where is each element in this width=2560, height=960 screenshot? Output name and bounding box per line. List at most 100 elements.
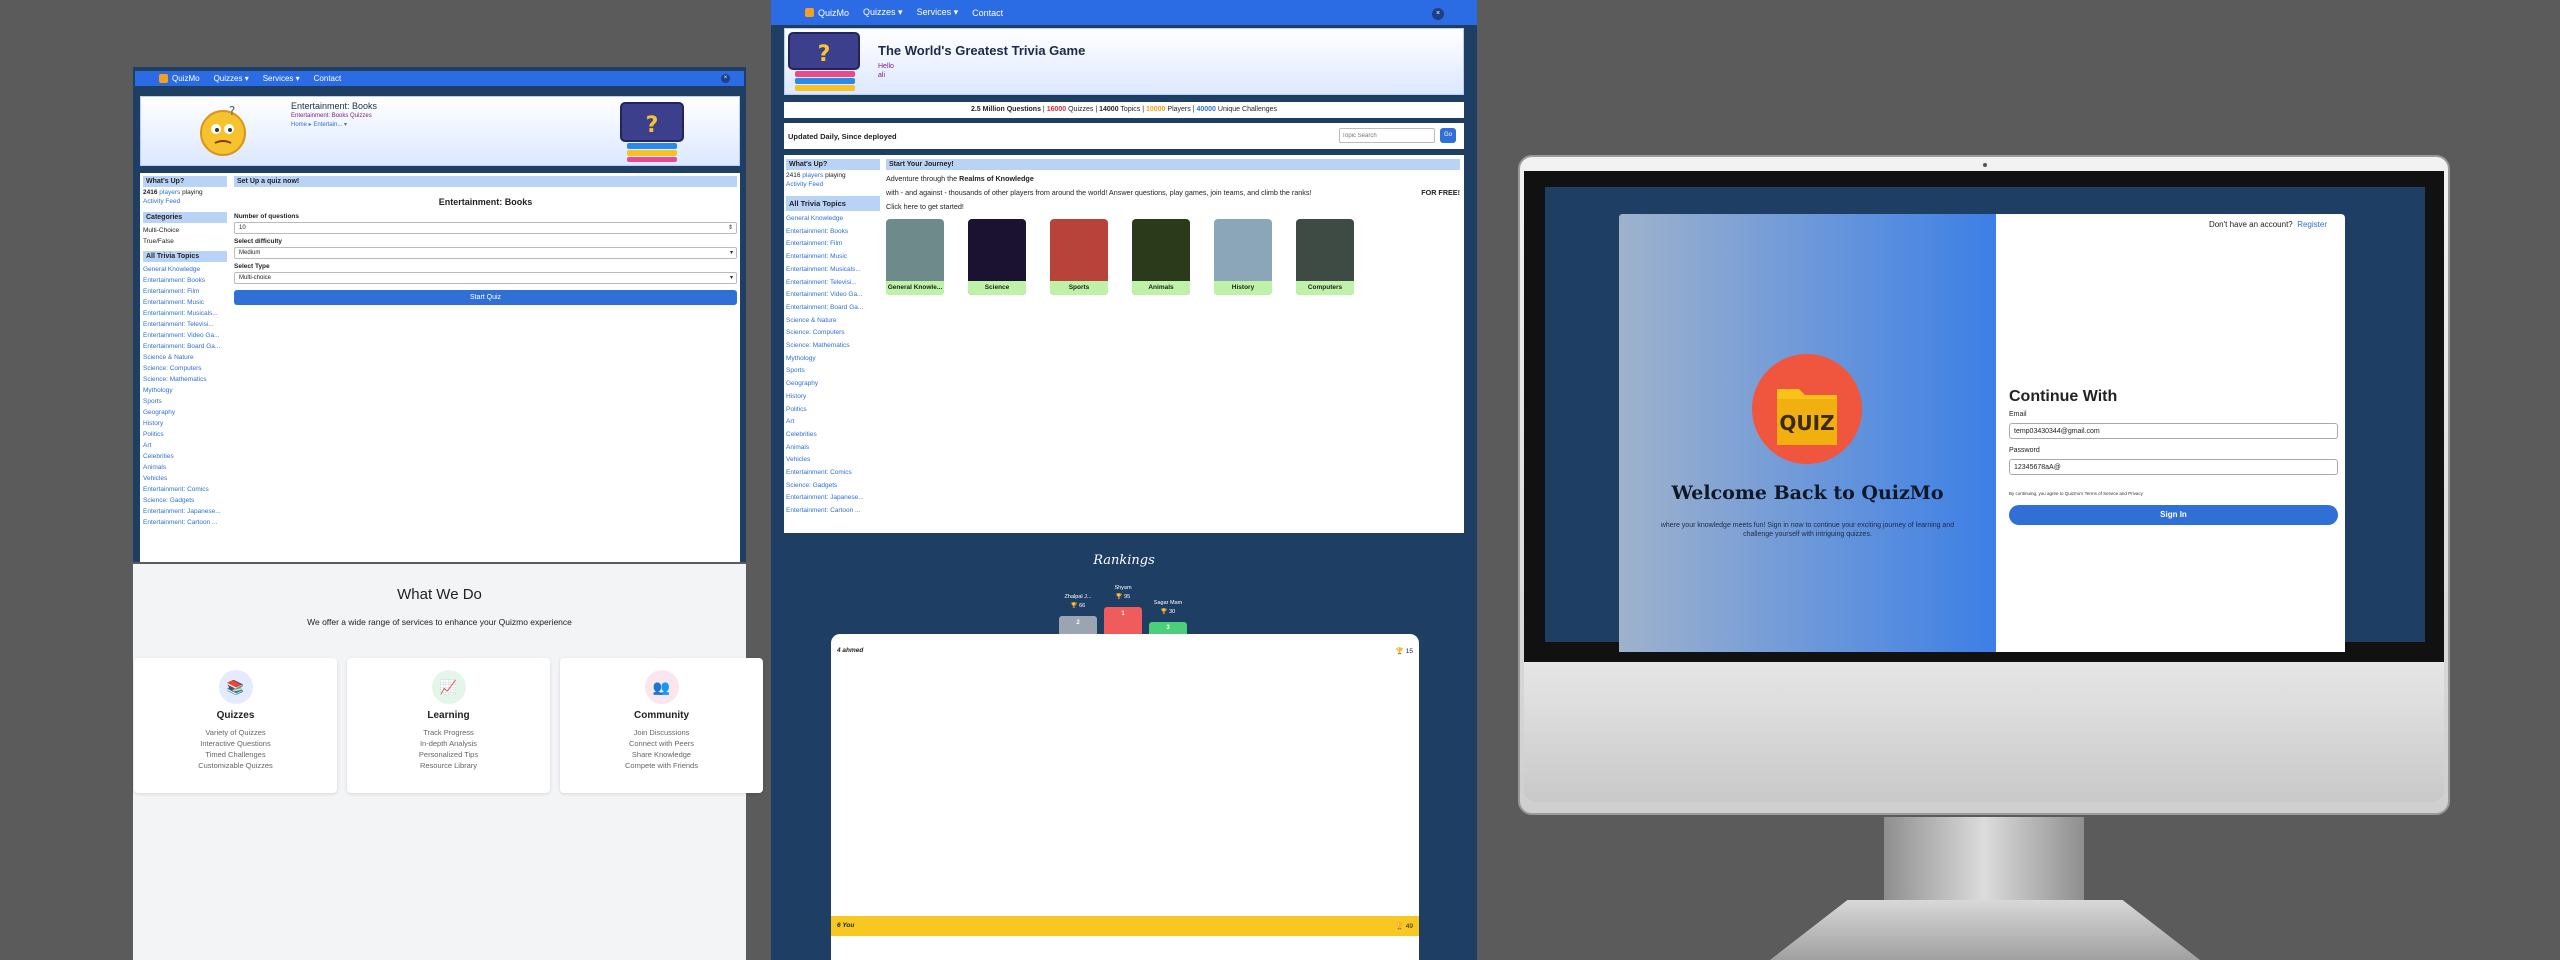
- email-input[interactable]: temp03430344@gmail.com: [2009, 423, 2338, 439]
- category-tile[interactable]: Sports: [1050, 219, 1108, 295]
- topic-link[interactable]: Entertainment: Video Ga...: [143, 330, 227, 341]
- num-questions-input[interactable]: 10 ⇕: [234, 222, 737, 234]
- search-go-button[interactable]: Go: [1440, 128, 1456, 143]
- activity-feed-link[interactable]: Activity Feed: [786, 179, 880, 190]
- nav-quizzes[interactable]: Quizzes ▾: [214, 74, 249, 83]
- topic-link[interactable]: Entertainment: Televisi...: [786, 277, 880, 290]
- brand-link[interactable]: QuizMo: [805, 8, 849, 18]
- navbar: QuizMo Quizzes ▾ Services ▾ Contact ×: [771, 0, 1477, 25]
- hello-text: Hello: [878, 63, 894, 70]
- close-icon[interactable]: ×: [721, 74, 730, 83]
- topic-link[interactable]: Politics: [143, 429, 227, 440]
- nav-services-label: Services: [262, 74, 294, 83]
- topic-link[interactable]: Animals: [786, 442, 880, 455]
- topic-link[interactable]: Sports: [786, 365, 880, 378]
- topic-link[interactable]: Entertainment: Comics: [786, 467, 880, 480]
- topic-link[interactable]: Entertainment: Film: [786, 238, 880, 251]
- topic-link[interactable]: Geography: [786, 378, 880, 391]
- service-item: Timed Challenges: [205, 750, 266, 759]
- category-page-panel: QuizMo Quizzes ▾ Services ▾ Contact × ? …: [133, 67, 746, 562]
- category-tile[interactable]: Computers: [1296, 219, 1354, 295]
- topic-link[interactable]: Science: Computers: [143, 363, 227, 374]
- podium-score-value: 66: [1079, 603, 1086, 609]
- players-link[interactable]: players: [159, 189, 180, 196]
- topic-link[interactable]: Science: Mathematics: [786, 340, 880, 353]
- topic-link[interactable]: Entertainment: Japanese...: [143, 506, 227, 517]
- topic-link[interactable]: Geography: [143, 407, 227, 418]
- activity-feed-link[interactable]: Activity Feed: [143, 196, 227, 207]
- close-icon[interactable]: ×: [1432, 8, 1444, 20]
- topic-link[interactable]: Vehicles: [143, 473, 227, 484]
- topic-link[interactable]: Entertainment: Cartoon ...: [786, 505, 880, 518]
- password-input[interactable]: 12345678aA@: [2009, 459, 2338, 475]
- topic-link[interactable]: History: [786, 391, 880, 404]
- topic-link[interactable]: Science: Computers: [786, 327, 880, 340]
- topic-link[interactable]: Celebrities: [786, 429, 880, 442]
- start-quiz-button[interactable]: Start Quiz: [234, 290, 737, 305]
- service-icon: 📈: [431, 670, 466, 704]
- nav-contact[interactable]: Contact: [314, 74, 342, 83]
- topic-link[interactable]: Science & Nature: [786, 315, 880, 328]
- brand-link[interactable]: QuizMo: [159, 74, 200, 83]
- topic-link[interactable]: Entertainment: Music: [143, 297, 227, 308]
- topic-link[interactable]: General Knowledge: [786, 213, 880, 226]
- topic-link[interactable]: General Knowledge: [143, 264, 227, 275]
- topic-link[interactable]: Entertainment: Books: [786, 226, 880, 239]
- nav-contact[interactable]: Contact: [972, 8, 1003, 18]
- topic-search-input[interactable]: [1339, 128, 1435, 143]
- topic-link[interactable]: Science: Gadgets: [143, 495, 227, 506]
- topic-link[interactable]: Entertainment: Musicals...: [143, 308, 227, 319]
- stepper-icon[interactable]: ⇕: [728, 224, 733, 231]
- nav-services[interactable]: Services ▾: [263, 74, 300, 83]
- topic-link[interactable]: Entertainment: Board Ga...: [143, 341, 227, 352]
- players-suffix: playing: [825, 172, 846, 179]
- topic-link[interactable]: Mythology: [143, 385, 227, 396]
- topic-link[interactable]: Vehicles: [786, 454, 880, 467]
- nav-quizzes[interactable]: Quizzes ▾: [863, 7, 903, 18]
- topic-link[interactable]: History: [143, 418, 227, 429]
- you-score-value: 49: [1405, 923, 1413, 930]
- topic-link[interactable]: Science & Nature: [143, 352, 227, 363]
- category-item[interactable]: True/False: [143, 236, 227, 247]
- stat-topics-count: 14000: [1099, 106, 1119, 113]
- topic-link[interactable]: Art: [786, 416, 880, 429]
- topic-link[interactable]: Science: Mathematics: [143, 374, 227, 385]
- topic-link[interactable]: Entertainment: Board Ga...: [786, 302, 880, 315]
- continue-title: Continue With: [2009, 388, 2118, 405]
- category-item[interactable]: Multi-Choice: [143, 225, 227, 236]
- difficulty-label: Select difficulty: [234, 238, 283, 245]
- click-to-start-link[interactable]: Click here to get started!: [886, 202, 964, 211]
- difficulty-select[interactable]: Medium ▾: [234, 247, 737, 259]
- topic-link[interactable]: Entertainment: Comics: [143, 484, 227, 495]
- topic-link[interactable]: Entertainment: Music: [786, 251, 880, 264]
- topic-link[interactable]: Entertainment: Books: [143, 275, 227, 286]
- type-select[interactable]: Multi-choice ▾: [234, 272, 737, 284]
- breadcrumb-home[interactable]: Home: [291, 122, 307, 128]
- topic-link[interactable]: Mythology: [786, 353, 880, 366]
- register-link[interactable]: Register: [2297, 220, 2327, 229]
- topic-link[interactable]: Politics: [786, 404, 880, 417]
- sign-in-button[interactable]: Sign In: [2009, 505, 2338, 525]
- topic-link[interactable]: Entertainment: Film: [143, 286, 227, 297]
- form-title: Entertainment: Books: [438, 197, 533, 207]
- topic-link[interactable]: Entertainment: Video Ga...: [786, 289, 880, 302]
- topic-link[interactable]: Science: Gadgets: [786, 480, 880, 493]
- topic-link[interactable]: Entertainment: Japanese...: [786, 492, 880, 505]
- category-tile[interactable]: General Knowle...: [886, 219, 944, 295]
- topic-link[interactable]: Entertainment: Televisi...: [143, 319, 227, 330]
- category-tile[interactable]: Science: [968, 219, 1026, 295]
- breadcrumb-current[interactable]: Entertain...: [313, 122, 342, 128]
- category-tile[interactable]: History: [1214, 219, 1272, 295]
- topic-link[interactable]: Celebrities: [143, 451, 227, 462]
- topic-link[interactable]: Entertainment: Musicals...: [786, 264, 880, 277]
- topic-link[interactable]: Animals: [143, 462, 227, 473]
- players-link[interactable]: players: [802, 172, 823, 179]
- podium-step: 3: [1149, 622, 1187, 634]
- tile-image-icon: [968, 219, 1026, 281]
- nav-services[interactable]: Services ▾: [917, 7, 959, 18]
- home-hero: ? The World's Greatest Trivia Game Hello…: [784, 28, 1464, 95]
- topic-link[interactable]: Entertainment: Cartoon ...: [143, 517, 227, 528]
- category-tile[interactable]: Animals: [1132, 219, 1190, 295]
- topic-link[interactable]: Sports: [143, 396, 227, 407]
- topic-link[interactable]: Art: [143, 440, 227, 451]
